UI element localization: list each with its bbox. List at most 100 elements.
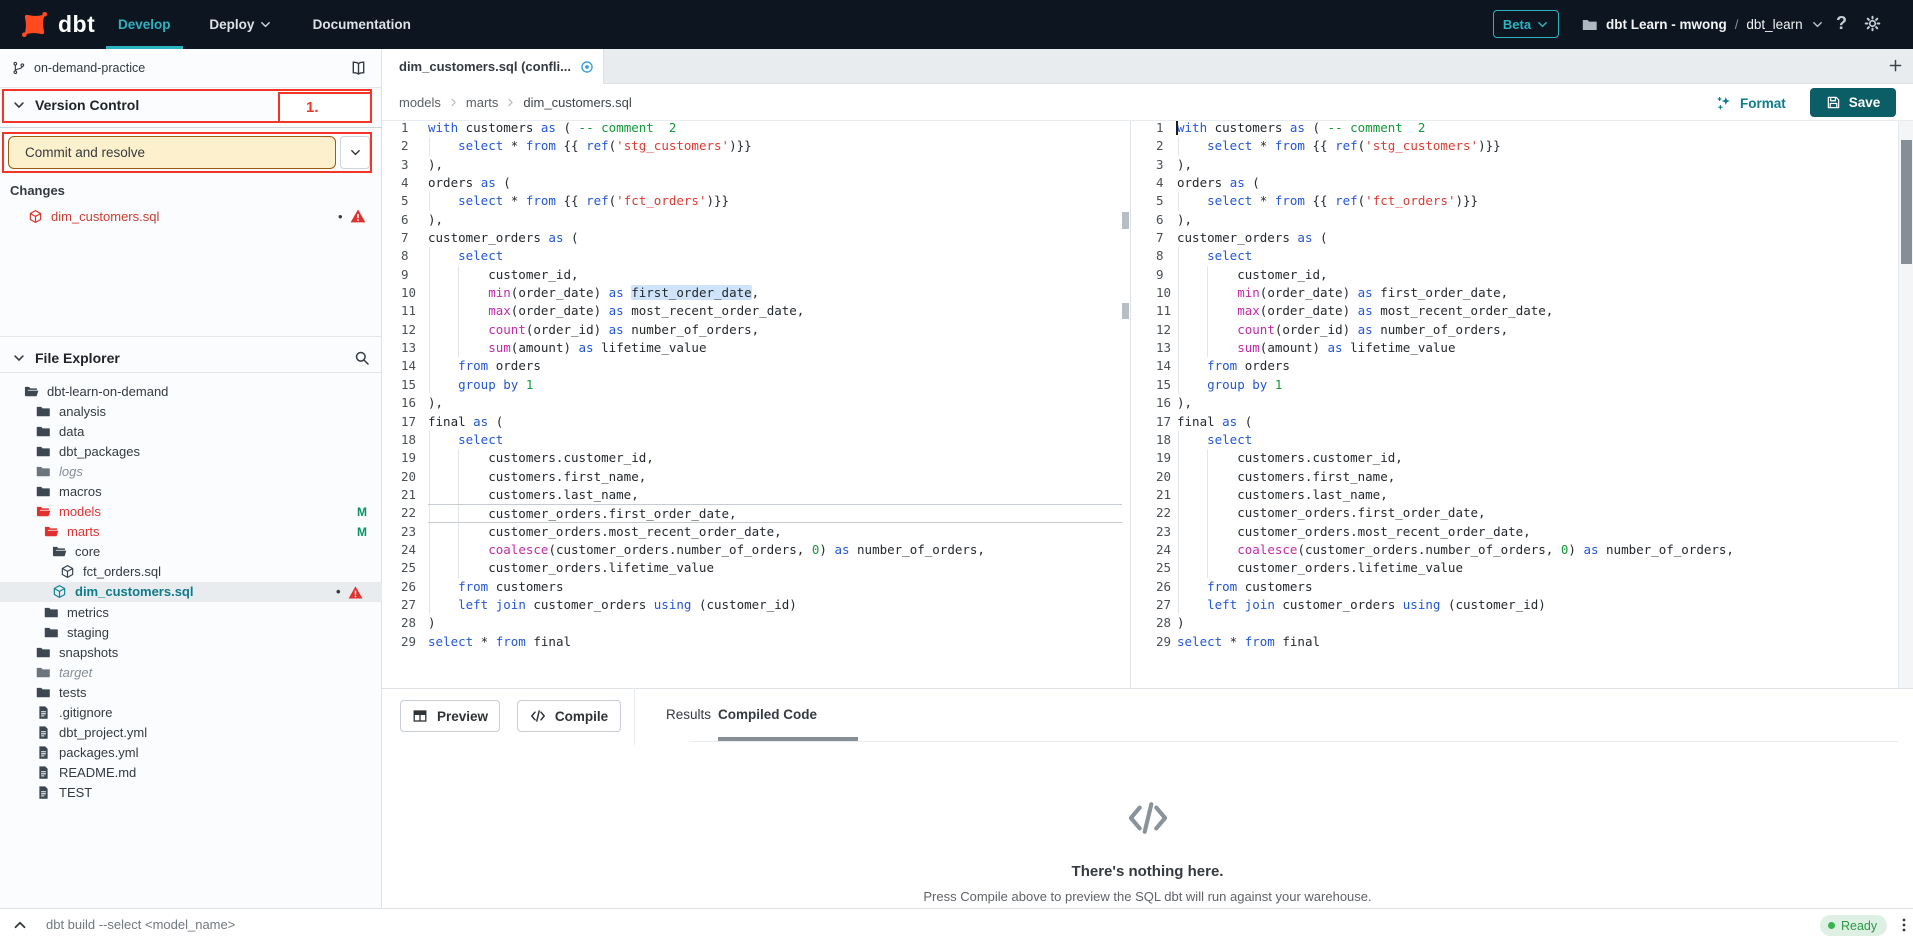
code-line[interactable]: select * from {{ ref('stg_customers')}} [1177, 137, 1898, 155]
tree-item-fct_orders.sql[interactable]: fct_orders.sql [0, 562, 382, 582]
code-line[interactable]: ), [1177, 211, 1898, 229]
code-line[interactable]: max(order_date) as most_recent_order_dat… [1177, 302, 1898, 320]
code-line[interactable]: customer_orders.most_recent_order_date, [428, 523, 1122, 541]
version-control-header[interactable]: Version Control [12, 97, 139, 113]
code-line[interactable]: ), [1177, 394, 1898, 412]
results-tab-compiled-code[interactable]: Compiled Code [718, 707, 817, 722]
format-button[interactable]: Format [1716, 91, 1786, 115]
changed-file-row[interactable]: dim_customers.sql • [0, 205, 382, 227]
code-line[interactable]: customer_id, [1177, 266, 1898, 284]
tree-item-packages.yml[interactable]: packages.yml [0, 743, 382, 763]
code-line[interactable]: select * from final [1177, 633, 1898, 651]
vertical-scrollbar[interactable] [1898, 121, 1913, 688]
nav-tab-deploy[interactable]: Deploy [209, 0, 272, 49]
scrollbar-thumb[interactable] [1901, 140, 1912, 264]
code-line[interactable]: sum(amount) as lifetime_value [1177, 339, 1898, 357]
tree-item-analysis[interactable]: analysis [0, 401, 382, 421]
tree-item-logs[interactable]: logs [0, 461, 382, 481]
code-line[interactable]: select [1177, 247, 1898, 265]
tree-item-dbt-learn-on-demand[interactable]: dbt-learn-on-demand [0, 381, 382, 401]
right-code-pane[interactable]: with customers as ( -- comment 2 select … [1177, 119, 1898, 651]
code-line[interactable]: customer_orders.lifetime_value [428, 559, 1122, 577]
docs-book-icon[interactable] [350, 60, 367, 77]
results-tab-results[interactable]: Results [666, 707, 711, 722]
new-tab-plus-icon[interactable] [1888, 58, 1903, 73]
code-line[interactable]: select [428, 431, 1122, 449]
code-line[interactable]: customers.last_name, [428, 486, 1122, 504]
code-line[interactable]: customer_orders.first_order_date, [1177, 504, 1898, 522]
code-line[interactable]: customer_orders.first_order_date, [428, 504, 1122, 522]
tree-item-tests[interactable]: tests [0, 682, 382, 702]
code-line[interactable]: from customers [1177, 578, 1898, 596]
breadcrumb-item[interactable]: models [399, 95, 441, 110]
code-line[interactable]: customers.customer_id, [428, 449, 1122, 467]
code-line[interactable]: sum(amount) as lifetime_value [428, 339, 1122, 357]
left-code-pane[interactable]: with customers as ( -- comment 2 select … [428, 119, 1122, 651]
code-line[interactable]: count(order_id) as number_of_orders, [1177, 321, 1898, 339]
open-file-tab[interactable]: dim_customers.sql (confli... [382, 49, 604, 84]
gear-icon[interactable] [1864, 15, 1881, 32]
code-line[interactable]: customers.customer_id, [1177, 449, 1898, 467]
tree-item-metrics[interactable]: metrics [0, 602, 382, 622]
code-line[interactable]: final as ( [1177, 413, 1898, 431]
code-line[interactable]: final as ( [428, 413, 1122, 431]
code-line[interactable]: select [1177, 431, 1898, 449]
tree-item-staging[interactable]: staging [0, 622, 382, 642]
dbt-logo[interactable]: dbt [18, 8, 95, 41]
code-line[interactable]: with customers as ( -- comment 2 [428, 119, 1122, 137]
tree-item-readme.md[interactable]: README.md [0, 763, 382, 783]
help-button[interactable]: ? [1836, 13, 1847, 34]
tree-item-dbt_project.yml[interactable]: dbt_project.yml [0, 723, 382, 743]
code-line[interactable]: ), [428, 211, 1122, 229]
code-line[interactable]: customer_orders.lifetime_value [1177, 559, 1898, 577]
project-breadcrumb[interactable]: dbt Learn - mwong / dbt_learn [1582, 0, 1824, 49]
command-input-hint[interactable]: dbt build --select <model_name> [46, 917, 235, 932]
code-line[interactable]: customers.first_name, [1177, 468, 1898, 486]
code-line[interactable]: customer_orders.most_recent_order_date, [1177, 523, 1898, 541]
nav-tab-documentation[interactable]: Documentation [313, 0, 411, 49]
file-explorer-header[interactable]: File Explorer [12, 345, 370, 370]
code-line[interactable]: from orders [428, 357, 1122, 375]
code-line[interactable]: select [428, 247, 1122, 265]
scrollbar-mark[interactable] [1122, 212, 1129, 229]
code-line[interactable]: customers.last_name, [1177, 486, 1898, 504]
code-line[interactable]: customer_id, [428, 266, 1122, 284]
tree-item-target[interactable]: target [0, 662, 382, 682]
tree-item-macros[interactable]: macros [0, 481, 382, 501]
code-line[interactable]: group by 1 [1177, 376, 1898, 394]
code-line[interactable]: select * from {{ ref('stg_customers')}} [428, 137, 1122, 155]
tree-item-core[interactable]: core [0, 542, 382, 562]
commit-and-resolve-button[interactable]: Commit and resolve [8, 136, 336, 169]
code-line[interactable]: max(order_date) as most_recent_order_dat… [428, 302, 1122, 320]
save-button[interactable]: Save [1810, 88, 1896, 117]
code-line[interactable]: orders as ( [428, 174, 1122, 192]
tree-item-models[interactable]: modelsM [0, 502, 382, 522]
code-line[interactable]: from orders [1177, 357, 1898, 375]
code-line[interactable]: min(order_date) as first_order_date, [428, 284, 1122, 302]
tree-item-data[interactable]: data [0, 421, 382, 441]
code-line[interactable]: min(order_date) as first_order_date, [1177, 284, 1898, 302]
code-line[interactable]: ) [428, 614, 1122, 632]
code-line[interactable]: ), [1177, 156, 1898, 174]
code-line[interactable]: from customers [428, 578, 1122, 596]
chevron-up-icon[interactable] [12, 917, 28, 933]
code-line[interactable]: customers.first_name, [428, 468, 1122, 486]
code-line[interactable]: ), [428, 394, 1122, 412]
kebab-menu-icon[interactable] [1896, 917, 1912, 933]
code-line[interactable]: left join customer_orders using (custome… [1177, 596, 1898, 614]
tree-item-test[interactable]: TEST [0, 783, 382, 803]
code-line[interactable]: with customers as ( -- comment 2 [1177, 119, 1898, 137]
code-line[interactable]: select * from {{ ref('fct_orders')}} [428, 192, 1122, 210]
code-line[interactable]: left join customer_orders using (custome… [428, 596, 1122, 614]
code-line[interactable]: select * from final [428, 633, 1122, 651]
code-line[interactable]: orders as ( [1177, 174, 1898, 192]
tree-item-dbt_packages[interactable]: dbt_packages [0, 441, 382, 461]
breadcrumb-item[interactable]: dim_customers.sql [523, 95, 631, 110]
code-line[interactable]: coalesce(customer_orders.number_of_order… [428, 541, 1122, 559]
beta-button[interactable]: Beta [1493, 10, 1559, 38]
tree-item-dim_customers.sql[interactable]: dim_customers.sql• [0, 582, 382, 602]
tree-item-.gitignore[interactable]: .gitignore [0, 703, 382, 723]
code-line[interactable]: ), [428, 156, 1122, 174]
code-line[interactable]: count(order_id) as number_of_orders, [428, 321, 1122, 339]
code-line[interactable]: group by 1 [428, 376, 1122, 394]
